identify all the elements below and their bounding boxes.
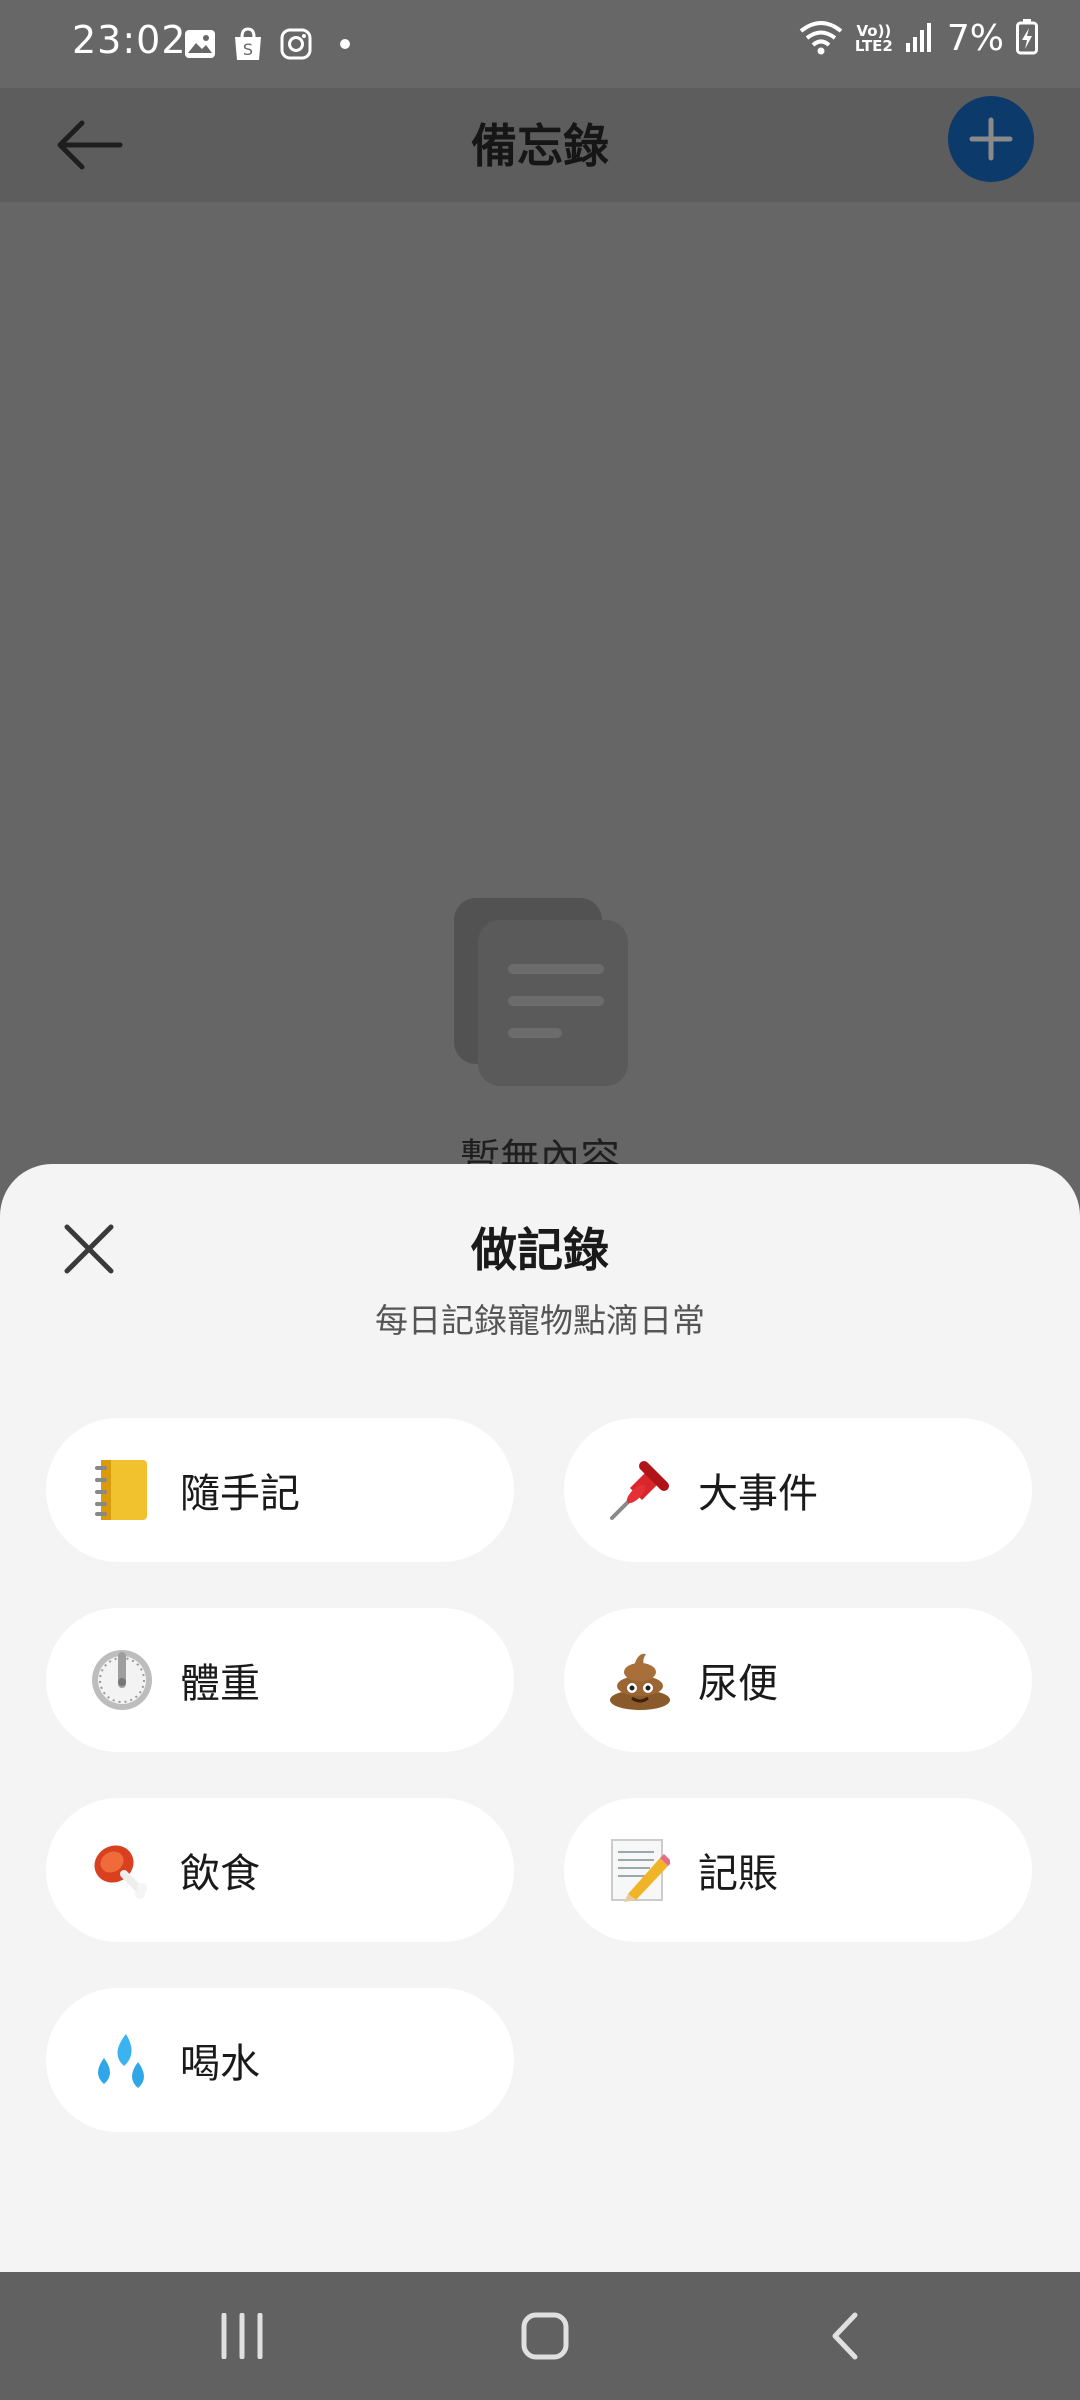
option-water[interactable]: 喝水 (46, 1988, 514, 2132)
option-food[interactable]: 飲食 (46, 1798, 514, 1942)
option-label: 尿便 (698, 1661, 778, 1707)
documents-icon (454, 898, 630, 1088)
meat-icon (90, 1838, 154, 1902)
option-weight[interactable]: 體重 (46, 1608, 514, 1752)
sheet-subtitle: 每日記錄寵物點滴日常 (375, 1301, 705, 1340)
plus-icon (969, 117, 1013, 161)
add-button[interactable] (948, 96, 1034, 182)
app-bar: 備忘錄 (0, 88, 1080, 202)
memo-icon (608, 1838, 672, 1902)
lte-label: LTE2 (854, 36, 893, 55)
record-sheet: 做記錄 每日記錄寵物點滴日常 隨手記 大事件 體重 尿便 飲食 記賬 喝水 (0, 1164, 1080, 2272)
notebook-icon (90, 1458, 154, 1522)
status-time: 23:02 (72, 18, 187, 62)
svg-text:S: S (243, 40, 253, 59)
notification-icons: S (182, 26, 350, 62)
gallery-icon (182, 26, 218, 62)
droplets-icon (90, 2028, 154, 2092)
wifi-icon (799, 19, 843, 59)
option-major-event[interactable]: 大事件 (564, 1418, 1032, 1562)
empty-state-text: 暫無內容 (460, 1136, 620, 1166)
signal-icon (905, 21, 935, 57)
recents-icon (221, 2313, 263, 2359)
sheet-title: 做記錄 (471, 1223, 609, 1277)
battery-percent: 7% (946, 18, 1004, 59)
nav-back-button[interactable] (800, 2304, 890, 2368)
option-quick-note[interactable]: 隨手記 (46, 1418, 514, 1562)
dot-icon (340, 39, 350, 49)
recents-button[interactable] (197, 2304, 287, 2368)
option-toilet[interactable]: 尿便 (564, 1608, 1032, 1752)
timer-icon (90, 1648, 154, 1712)
navigation-bar (0, 2272, 1080, 2400)
system-indicators: Vo)) LTE2 7% (799, 18, 1038, 59)
option-label: 隨手記 (180, 1471, 300, 1517)
option-label: 記賬 (698, 1851, 778, 1897)
shopee-icon: S (230, 26, 266, 62)
page-title: 備忘錄 (471, 119, 609, 173)
pushpin-icon (608, 1458, 672, 1522)
home-button[interactable] (500, 2304, 590, 2368)
home-icon (521, 2312, 569, 2360)
option-label: 體重 (180, 1661, 260, 1707)
poop-icon (608, 1648, 672, 1712)
network-type: Vo)) LTE2 (854, 23, 893, 55)
option-accounting[interactable]: 記賬 (564, 1798, 1032, 1942)
option-label: 喝水 (180, 2041, 260, 2087)
battery-charging-icon (1016, 18, 1038, 59)
option-label: 飲食 (180, 1851, 260, 1897)
back-icon (832, 2312, 858, 2360)
status-bar: 23:02 S Vo)) LTE2 7% (0, 0, 1080, 88)
instagram-icon (278, 26, 314, 62)
option-label: 大事件 (698, 1471, 818, 1517)
